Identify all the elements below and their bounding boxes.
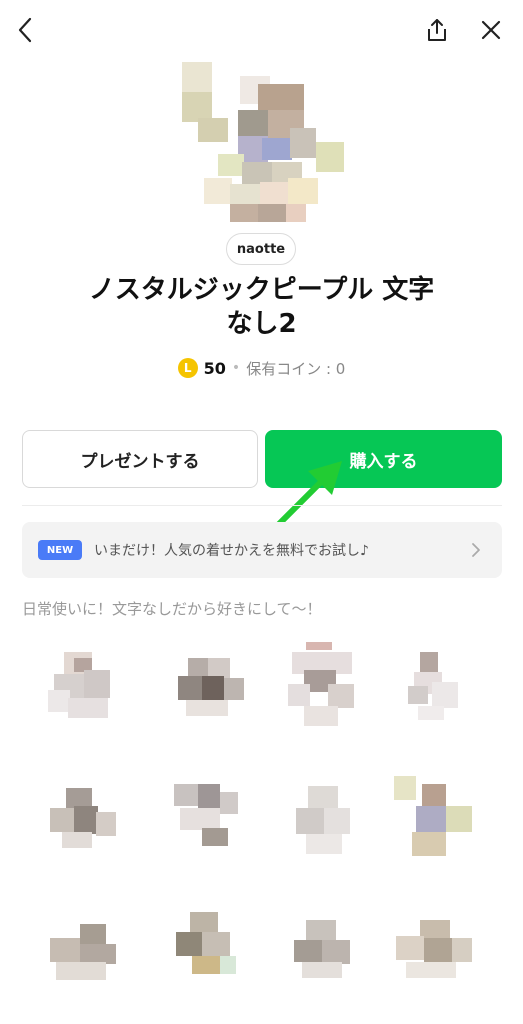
sticker-thumbnail[interactable] bbox=[282, 640, 362, 730]
title-line-1: ノスタルジックピープル 文字 bbox=[88, 275, 435, 305]
sticker-thumbnail[interactable] bbox=[392, 910, 472, 1000]
promo-banner[interactable]: NEW いまだけ！人気の着せかえを無料でお試し♪ bbox=[22, 522, 502, 578]
author-chip[interactable]: naotte bbox=[226, 233, 296, 265]
product-description: 日常使いに！文字なしだから好きにして〜！ bbox=[22, 600, 322, 618]
close-icon bbox=[481, 20, 501, 40]
price-separator: • bbox=[231, 360, 241, 376]
gift-button-label: プレゼントする bbox=[80, 451, 200, 472]
close-button[interactable] bbox=[476, 14, 506, 46]
title-line-2: なし2 bbox=[226, 309, 297, 339]
promo-banner-text: いまだけ！人気の着せかえを無料でお試し♪ bbox=[94, 543, 369, 559]
gift-button[interactable]: プレゼントする bbox=[22, 430, 258, 488]
chevron-right-icon bbox=[464, 542, 488, 558]
line-coin-icon: L bbox=[177, 358, 198, 378]
sticker-thumbnail[interactable] bbox=[168, 906, 248, 996]
sticker-thumbnail[interactable] bbox=[162, 770, 242, 860]
price-amount: 50 bbox=[203, 358, 226, 378]
author-name: naotte bbox=[236, 241, 286, 257]
product-title: ノスタルジックピープル 文字 なし2 bbox=[30, 273, 493, 341]
main-sticker-image bbox=[178, 62, 346, 222]
back-button[interactable] bbox=[10, 14, 40, 46]
owned-coins: 保有コイン : 0 bbox=[246, 359, 346, 378]
sticker-thumbnail[interactable] bbox=[46, 908, 126, 998]
sticker-thumbnail[interactable] bbox=[392, 770, 472, 860]
new-badge: NEW bbox=[38, 540, 82, 560]
divider bbox=[22, 505, 502, 506]
sticker-thumbnail[interactable] bbox=[172, 648, 252, 738]
share-button[interactable] bbox=[422, 14, 452, 46]
sticker-thumbnail[interactable] bbox=[46, 648, 126, 738]
sticker-thumbnail[interactable] bbox=[288, 910, 368, 1000]
sticker-thumbnail[interactable] bbox=[288, 776, 368, 866]
sticker-thumbnail[interactable] bbox=[46, 778, 126, 868]
price-row: L 50 • 保有コイン : 0 bbox=[0, 356, 523, 380]
share-icon bbox=[428, 19, 446, 41]
chevron-left-icon bbox=[18, 17, 32, 43]
sticker-thumbnail[interactable] bbox=[398, 648, 478, 738]
buy-button-label: 購入する bbox=[349, 451, 418, 472]
